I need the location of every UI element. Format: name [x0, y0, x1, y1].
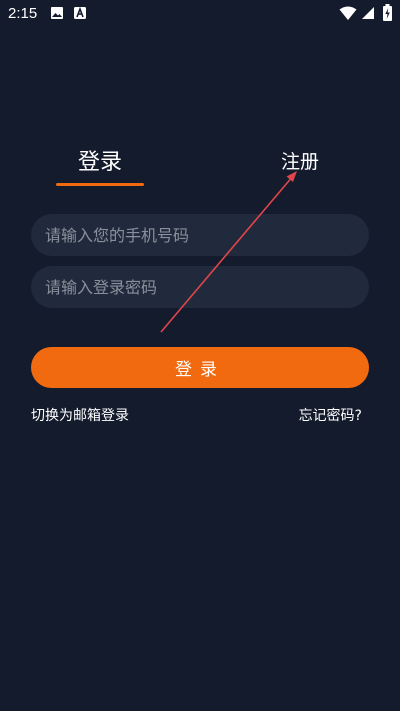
active-tab-indicator: [56, 183, 144, 186]
login-button[interactable]: 登录: [31, 347, 369, 388]
image-icon: [51, 7, 63, 19]
password-field[interactable]: [31, 266, 369, 308]
signal-icon: [362, 7, 374, 19]
a-app-icon: [74, 6, 86, 19]
wifi-icon: [339, 6, 357, 20]
tab-login[interactable]: 登录: [78, 144, 122, 176]
password-input[interactable]: [43, 276, 369, 298]
switch-to-email-login-link[interactable]: 切换为邮箱登录: [31, 405, 129, 425]
phone-input[interactable]: [43, 224, 369, 246]
tab-register[interactable]: 注册: [281, 147, 319, 174]
status-time: 2:15: [8, 5, 38, 22]
phone-field[interactable]: [31, 214, 369, 256]
status-bar: 2:15: [0, 0, 400, 28]
battery-charging-icon: [383, 4, 392, 21]
forgot-password-link[interactable]: 忘记密码?: [299, 405, 362, 425]
